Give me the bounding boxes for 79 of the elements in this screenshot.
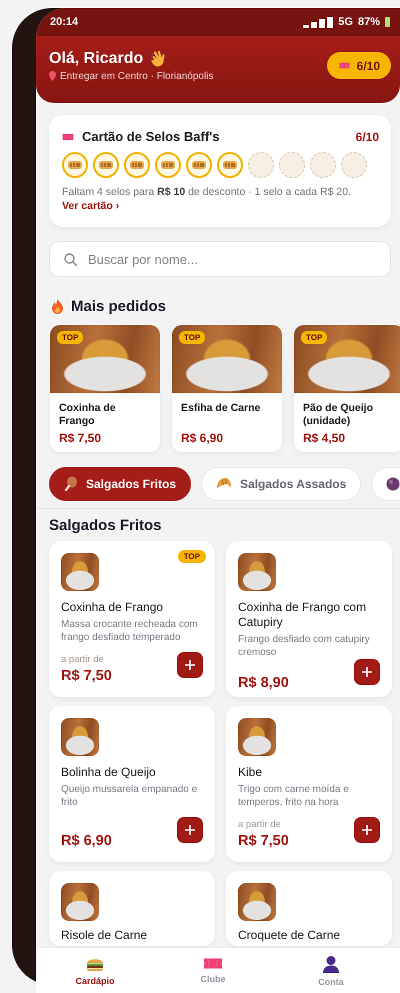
item-description: Massa crocante recheada com frango desfiado temperado <box>61 618 199 644</box>
network-label: 5G <box>338 16 353 28</box>
signal-icon <box>303 16 334 28</box>
plus-icon <box>362 667 372 677</box>
price-prefix: a partir de <box>238 819 282 830</box>
item-description: Frango desfiado com catupiry cremoso <box>238 633 371 659</box>
greeting-title: Olá, Ricardo <box>49 50 144 68</box>
menu-item-card[interactable]: Risole de Carne <box>49 871 215 946</box>
ticket-icon <box>62 132 74 140</box>
stamps-badge-button[interactable]: 6/10 <box>326 52 391 79</box>
product-price: R$ 6,90 <box>181 431 224 445</box>
photo-placeholder <box>61 553 99 591</box>
menu-item-card[interactable]: TOP Coxinha de Frango Massa crocante recheada com frango desfiado temperado a partir de R$ 7,50 <box>49 541 215 697</box>
photo-placeholder <box>61 718 99 756</box>
menu-item-card[interactable]: Coxinha de Frango com Catupiry Frango desfiado com catupiry cremoso R$ 8,90 <box>226 541 392 697</box>
add-button[interactable] <box>177 652 203 678</box>
item-name: Coxinha de Frango com Catupiry <box>238 600 368 630</box>
ticket-icon <box>338 62 350 69</box>
category-chip[interactable]: Salgados Fritos <box>49 467 192 501</box>
product-card[interactable]: TOP Pão de Queijo (unidade) R$ 4,50 <box>294 325 400 452</box>
nav-tab[interactable]: Cardápio <box>55 956 135 986</box>
add-button[interactable] <box>354 817 380 843</box>
croissant-icon <box>216 477 232 491</box>
add-button[interactable] <box>354 659 380 685</box>
search-icon <box>64 252 77 266</box>
item-description: Trigo com carne moída e temperos, frito na hora <box>238 783 350 809</box>
battery-percent: 87% <box>358 16 380 28</box>
menu-item-card[interactable]: Kibe Trigo com carne moída e temperos, frito na hora a partir de R$ 7,50 <box>226 706 392 862</box>
item-price: R$ 7,50 <box>238 833 289 849</box>
location-pin-icon <box>49 71 56 81</box>
item-name: Kibe <box>238 765 264 780</box>
battery-icon <box>385 17 390 27</box>
stamp-card-title: Cartão de Selos Baff's <box>82 129 220 144</box>
menu-item-card[interactable]: Bolinha de Queijo Queijo mussarela empanado e frito R$ 6,90 <box>49 706 215 862</box>
top-badge: TOP <box>57 331 84 344</box>
product-name: Coxinha de Frango <box>59 402 117 428</box>
product-card[interactable]: TOP Esfiha de Carne R$ 6,90 <box>172 325 282 452</box>
product-card[interactable]: TOP Coxinha de Frango R$ 7,50 <box>50 325 160 452</box>
photo-placeholder <box>61 883 99 921</box>
clock-time: 20:14 <box>50 16 78 28</box>
waving-hand-icon <box>151 50 166 66</box>
person-icon <box>322 954 340 972</box>
price-prefix: a partir de <box>61 654 105 665</box>
photo-placeholder <box>238 553 276 591</box>
stamp-count: 6/10 <box>356 130 379 144</box>
item-description: Queijo mussarela empanado e frito <box>61 783 198 809</box>
drumstick-icon <box>64 476 78 492</box>
top-badge: TOP <box>178 550 206 563</box>
item-price: R$ 6,90 <box>61 833 112 849</box>
product-price: R$ 4,50 <box>303 431 346 445</box>
item-price: R$ 8,90 <box>238 675 289 691</box>
delivery-location: Entregar em Centro · Florianópolis <box>60 70 214 82</box>
photo-placeholder <box>238 883 276 921</box>
category-chip[interactable]: Salgados Assados <box>201 467 362 501</box>
section-title: Salgados Fritos <box>49 517 163 535</box>
section-title: Mais pedidos <box>71 298 166 314</box>
stamp-progress-text: Faltam 4 selos para R$ 10 de desconto · 1 selo a cada R$ 20. Ver cartão › <box>62 185 352 213</box>
product-name: Pão de Queijo (unidade) <box>303 402 374 428</box>
photo-placeholder <box>238 718 276 756</box>
fire-icon <box>52 298 63 314</box>
top-badge: TOP <box>301 331 328 344</box>
item-name: Coxinha de Frango <box>61 600 164 615</box>
view-card-link[interactable]: Ver cartão › <box>62 200 120 212</box>
search-input[interactable]: Buscar por nome... <box>86 250 378 268</box>
food-icon <box>386 477 400 491</box>
top-badge: TOP <box>179 331 206 344</box>
add-button[interactable] <box>177 817 203 843</box>
product-price: R$ 7,50 <box>59 431 102 445</box>
ticket-icon <box>203 957 223 970</box>
product-name: Esfiha de Carne <box>181 402 262 416</box>
item-name: Risole de Carne <box>61 928 148 943</box>
item-name: Croquete de Carne <box>238 928 342 943</box>
search-bar[interactable]: Buscar por nome... <box>49 241 391 277</box>
item-price: R$ 7,50 <box>61 668 112 684</box>
menu-item-card[interactable]: Croquete de Carne <box>226 871 392 946</box>
plus-icon <box>185 660 195 670</box>
item-name: Bolinha de Queijo <box>61 765 157 780</box>
plus-icon <box>362 825 372 835</box>
plus-icon <box>185 825 195 835</box>
